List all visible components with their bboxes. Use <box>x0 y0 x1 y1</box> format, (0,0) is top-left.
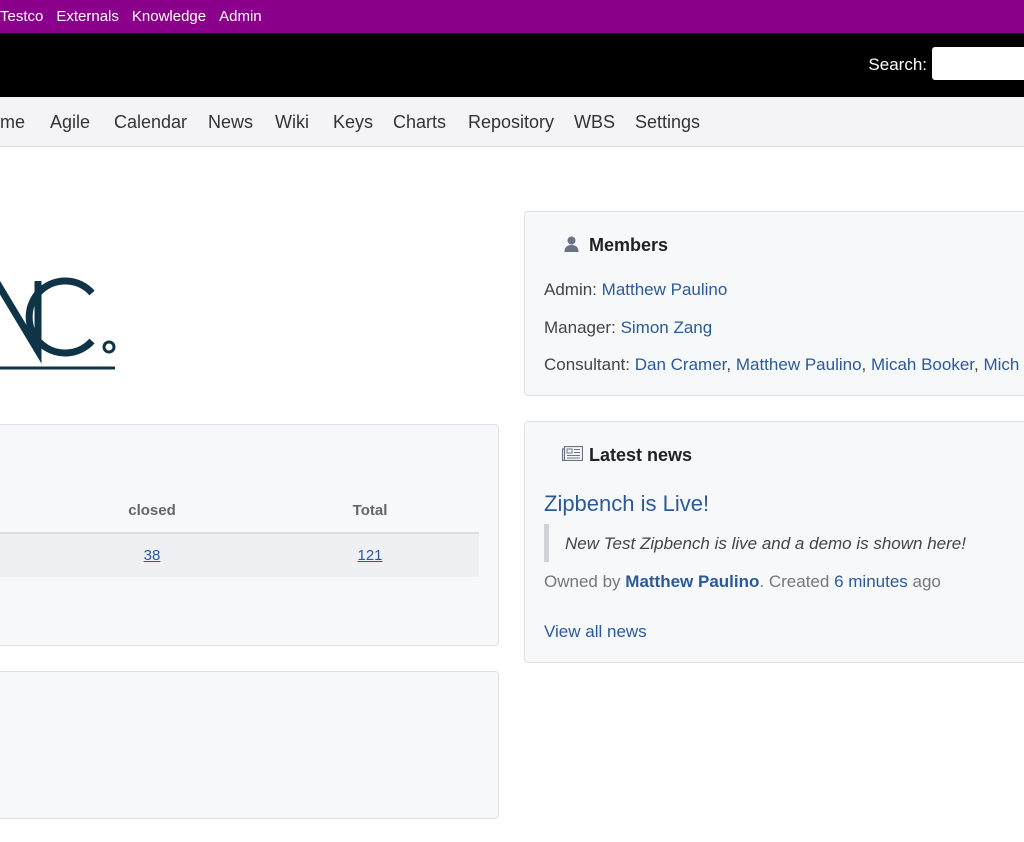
admin-user-link[interactable]: Matthew Paulino <box>602 280 728 299</box>
view-all-news-link[interactable]: View all news <box>544 622 647 642</box>
closed-count-link[interactable]: 38 <box>92 547 212 564</box>
news-time-link[interactable]: 6 minutes <box>834 572 908 591</box>
consultant-line: Consultant: Dan Cramer, Matthew Paulino,… <box>544 355 1020 374</box>
manager-line: Manager: Simon Zang <box>544 318 712 338</box>
main-nav: me Agile Calendar News Wiki Keys Charts … <box>0 97 1024 147</box>
nav-agile[interactable]: Agile <box>50 112 90 133</box>
ago-label: ago <box>912 572 941 591</box>
newspaper-icon <box>562 446 583 461</box>
search-input[interactable] <box>932 47 1024 80</box>
consultant-label: Consultant: <box>544 355 630 374</box>
consultant-link-dan-cramer[interactable]: Dan Cramer <box>635 355 727 374</box>
news-summary: New Test Zipbench is live and a demo is … <box>544 524 1024 562</box>
manager-label: Manager: <box>544 318 616 337</box>
nav-settings[interactable]: Settings <box>635 112 700 133</box>
members-title: Members <box>589 235 669 255</box>
search-label: Search: <box>868 55 927 74</box>
top-menu: Testco Externals Knowledge Admin <box>0 0 1024 33</box>
top-link-testco[interactable]: Testco <box>0 8 43 25</box>
nav-calendar[interactable]: Calendar <box>114 112 187 133</box>
header: Search: <box>0 33 1024 97</box>
nav-wbs[interactable]: WBS <box>574 112 615 133</box>
top-link-admin[interactable]: Admin <box>219 8 262 25</box>
manager-user-link[interactable]: Simon Zang <box>621 318 713 337</box>
company-logo <box>0 277 116 370</box>
nav-wiki[interactable]: Wiki <box>275 112 309 133</box>
consultant-link-matthew-paulino[interactable]: Matthew Paulino <box>736 355 862 374</box>
news-item-link[interactable]: Zipbench is Live! <box>544 491 709 517</box>
news-title: Latest news <box>589 445 693 465</box>
column-header-closed: closed <box>128 502 176 519</box>
nav-news[interactable]: News <box>208 112 253 133</box>
empty-box <box>0 671 499 819</box>
user-icon <box>564 236 579 252</box>
consultant-link-mich[interactable]: Mich <box>983 355 1019 374</box>
top-link-knowledge[interactable]: Knowledge <box>132 8 206 25</box>
news-meta: Owned by Matthew Paulino. Created 6 minu… <box>544 572 941 592</box>
news-author-link[interactable]: Matthew Paulino <box>625 572 759 591</box>
page: Testco Externals Knowledge Admin Search:… <box>0 0 1024 842</box>
nav-charts[interactable]: Charts <box>393 112 446 133</box>
nav-keys[interactable]: Keys <box>333 112 373 133</box>
total-count-link[interactable]: 121 <box>310 547 430 564</box>
column-header-total: Total <box>352 502 388 519</box>
top-link-externals[interactable]: Externals <box>56 8 119 25</box>
admin-label: Admin: <box>544 280 597 299</box>
created-label: . Created <box>759 572 830 591</box>
nav-home[interactable]: me <box>0 112 25 133</box>
owned-by-label: Owned by <box>544 572 621 591</box>
admin-line: Admin: Matthew Paulino <box>544 280 727 300</box>
nav-repository[interactable]: Repository <box>468 112 554 133</box>
consultant-link-micah-booker[interactable]: Micah Booker <box>871 355 974 374</box>
